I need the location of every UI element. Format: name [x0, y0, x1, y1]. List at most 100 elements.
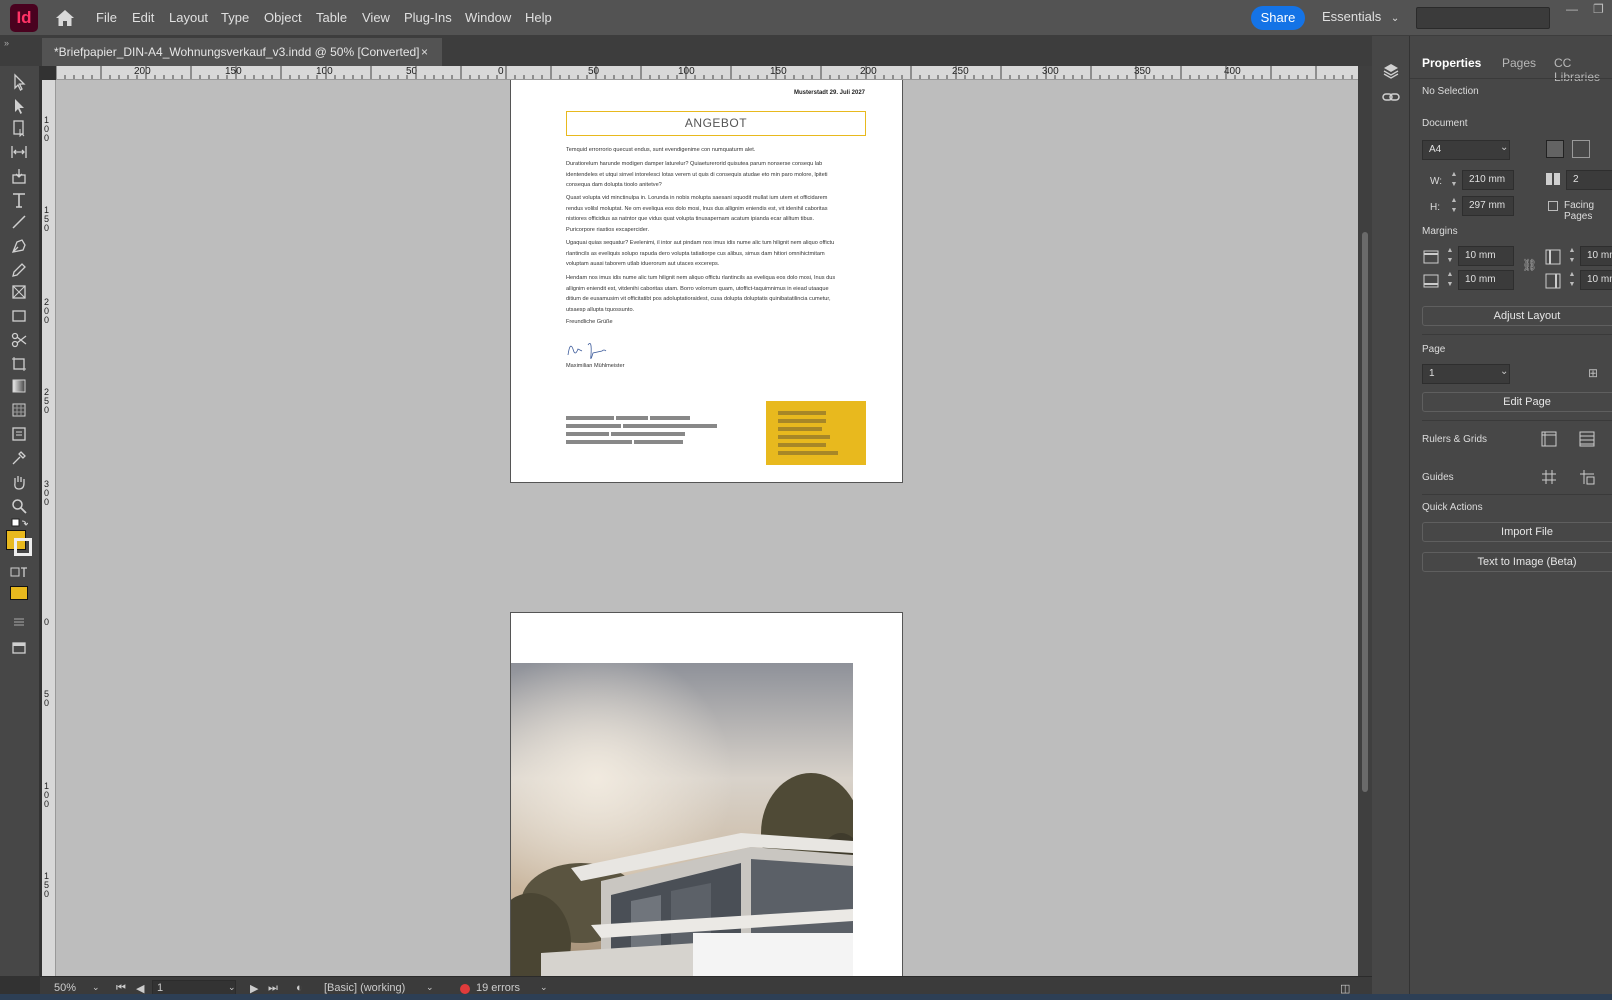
rectangle-tool-icon[interactable]	[8, 306, 30, 326]
restore-icon[interactable]: ❐	[1593, 2, 1604, 16]
formatting-affects-container-icon[interactable]	[8, 562, 30, 582]
scrollbar-thumb[interactable]	[1362, 232, 1368, 792]
menu-plugins[interactable]: Plug-Ins	[404, 10, 452, 25]
letter-paragraph[interactable]: Temquid errorrorio quecust endus, sunt e…	[566, 145, 836, 156]
pencil-tool-icon[interactable]	[8, 260, 30, 280]
profile-dropdown-icon[interactable]: ⌄	[426, 982, 434, 993]
menu-view[interactable]: View	[362, 10, 390, 25]
signature-image[interactable]	[566, 335, 616, 365]
search-input[interactable]	[1416, 7, 1550, 29]
scissors-tool-icon[interactable]	[8, 330, 30, 350]
house-photo[interactable]	[511, 663, 853, 976]
share-button[interactable]: Share	[1251, 6, 1305, 30]
margin-bottom-stepper-icon[interactable]: ▲ ▼	[1444, 270, 1456, 290]
margin-bottom-field[interactable]: 10 mm	[1458, 270, 1514, 290]
direct-selection-tool-icon[interactable]	[8, 96, 30, 116]
facing-pages-checkbox[interactable]	[1548, 201, 1558, 211]
note-tool-icon[interactable]	[8, 424, 30, 444]
letter-heading[interactable]: ANGEBOT	[566, 111, 866, 136]
horizontal-ruler[interactable]: 200 150 100 50 0 50 100 150 200 250 300 …	[56, 66, 1358, 80]
height-field[interactable]: 297 mm	[1462, 196, 1514, 216]
preflight-toggle-icon[interactable]: ◐	[296, 982, 303, 994]
page-size-select[interactable]: A4	[1422, 140, 1510, 160]
page-select[interactable]: 1	[1422, 364, 1510, 384]
letter-paragraph[interactable]: Hendam nos imus idis nume alic tum hilig…	[566, 273, 836, 315]
zoom-level[interactable]: 50%	[54, 982, 76, 994]
pages-count-field[interactable]: 2	[1566, 170, 1612, 190]
minimize-icon[interactable]: —	[1566, 2, 1578, 16]
hand-tool-icon[interactable]	[8, 472, 30, 492]
width-stepper-icon[interactable]: ▲ ▼	[1448, 170, 1460, 190]
type-tool-icon[interactable]	[8, 190, 30, 210]
tab-cc-libraries[interactable]: CC Libraries	[1554, 56, 1612, 84]
link-margins-icon[interactable]: ⛓	[1522, 258, 1540, 276]
width-field[interactable]: 210 mm	[1462, 170, 1514, 190]
errors-dropdown-icon[interactable]: ⌄	[540, 982, 548, 993]
text-to-image-button[interactable]: Text to Image (Beta)	[1422, 552, 1612, 572]
vertical-scrollbar[interactable]	[1358, 66, 1372, 976]
home-icon[interactable]	[54, 8, 76, 28]
smart-guides-icon[interactable]	[1578, 468, 1596, 486]
layers-icon[interactable]	[1382, 62, 1400, 80]
preflight-errors[interactable]: 19 errors	[476, 982, 520, 994]
page-dropdown-icon[interactable]: ⌄	[228, 982, 236, 993]
letter-paragraph[interactable]: Quast volupta vid minctinulpa in. Lorund…	[566, 193, 836, 235]
preflight-profile[interactable]: [Basic] (working)	[324, 982, 405, 994]
menu-edit[interactable]: Edit	[132, 10, 154, 25]
free-transform-tool-icon[interactable]	[8, 354, 30, 374]
height-stepper-icon[interactable]: ▲ ▼	[1448, 196, 1460, 216]
document-tab[interactable]: *Briefpapier_DIN-A4_Wohnungsverkauf_v3.i…	[42, 38, 442, 66]
letter-paragraph[interactable]: Duratiorelum harunde modigen damper latu…	[566, 159, 836, 191]
collapse-panels-icon[interactable]: »	[4, 38, 9, 48]
menu-file[interactable]: File	[96, 10, 117, 25]
workspace-switcher[interactable]: Essentials ⌄	[1322, 9, 1399, 24]
margin-right-stepper-icon[interactable]: ▲ ▼	[1566, 270, 1578, 290]
eyedropper-tool-icon[interactable]	[8, 448, 30, 468]
rectangle-frame-tool-icon[interactable]	[8, 282, 30, 302]
selection-tool-icon[interactable]	[8, 72, 30, 92]
page-tool-icon[interactable]	[8, 118, 30, 138]
gradient-feather-tool-icon[interactable]	[8, 400, 30, 420]
menu-layout[interactable]: Layout	[169, 10, 208, 25]
margin-left-stepper-icon[interactable]: ▲ ▼	[1566, 246, 1578, 266]
menu-help[interactable]: Help	[525, 10, 552, 25]
adjust-layout-button[interactable]: Adjust Layout	[1422, 306, 1612, 326]
zoom-tool-icon[interactable]	[8, 496, 30, 516]
grid-icon[interactable]	[1578, 430, 1596, 448]
letter-paragraph[interactable]: Ugaquai quias sequatur? Evelenimi, il in…	[566, 238, 836, 270]
pen-tool-icon[interactable]	[8, 236, 30, 256]
contact-box[interactable]	[766, 401, 866, 465]
margin-right-field[interactable]: 10 mm	[1580, 270, 1612, 290]
landscape-orientation-icon[interactable]	[1572, 140, 1590, 158]
menu-table[interactable]: Table	[316, 10, 347, 25]
portrait-orientation-icon[interactable]	[1546, 140, 1564, 158]
chevron-down-icon[interactable]: ⌄	[1500, 366, 1508, 377]
gradient-swatch-tool-icon[interactable]	[8, 376, 30, 396]
margin-top-field[interactable]: 10 mm	[1458, 246, 1514, 266]
menu-object[interactable]: Object	[264, 10, 302, 25]
chevron-down-icon[interactable]: ⌄	[1500, 142, 1508, 153]
signer-name[interactable]: Maximilian Mühlmeister	[566, 363, 624, 369]
zoom-dropdown-icon[interactable]: ⌄	[92, 982, 100, 993]
close-icon[interactable]: ×	[421, 38, 428, 66]
ruler-icon[interactable]	[1540, 430, 1558, 448]
gap-tool-icon[interactable]	[8, 142, 30, 162]
vertical-ruler[interactable]: 100 150 200 250 300 0 50 100 150	[42, 80, 56, 976]
edit-page-button[interactable]: Edit Page	[1422, 392, 1612, 412]
tab-pages[interactable]: Pages	[1502, 56, 1536, 70]
pasteboard[interactable]: Musterstadt 29. Juli 2027 ANGEBOT Temqui…	[56, 80, 1358, 976]
import-file-button[interactable]: Import File	[1422, 522, 1612, 542]
letter-closing[interactable]: Freundliche Grüße	[566, 317, 836, 328]
view-mode-icon[interactable]	[8, 612, 30, 632]
line-tool-icon[interactable]	[8, 212, 30, 232]
menu-window[interactable]: Window	[465, 10, 511, 25]
apply-color-icon[interactable]	[10, 586, 28, 600]
stroke-swatch[interactable]	[14, 538, 32, 556]
page-2[interactable]	[510, 612, 903, 976]
links-icon[interactable]	[1382, 88, 1400, 106]
screen-mode-icon[interactable]	[8, 638, 30, 658]
guides-icon[interactable]	[1540, 468, 1558, 486]
add-page-icon[interactable]: ⊞	[1588, 366, 1598, 380]
margin-left-field[interactable]: 10 mm	[1580, 246, 1612, 266]
content-collector-icon[interactable]	[8, 166, 30, 186]
